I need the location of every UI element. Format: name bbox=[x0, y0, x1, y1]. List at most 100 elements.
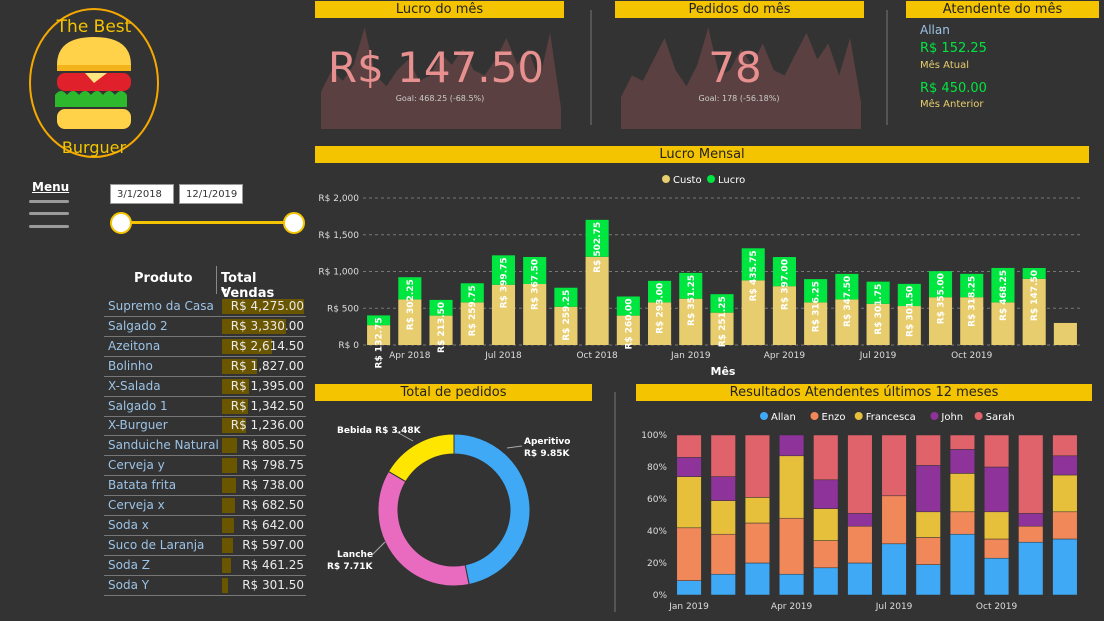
stack-segment[interactable] bbox=[676, 527, 702, 581]
legend-swatch bbox=[760, 412, 768, 420]
legend-swatch bbox=[810, 412, 819, 420]
table-row[interactable]: Supremo da Casa R$ 4,275.00 bbox=[104, 297, 306, 317]
stack-segment[interactable] bbox=[1018, 434, 1044, 514]
stack-segment[interactable] bbox=[984, 466, 1010, 513]
y-tick-label: 0% bbox=[653, 591, 668, 601]
sales-data-bar bbox=[222, 537, 234, 553]
sort-desc-icon[interactable]: ▼ bbox=[221, 287, 227, 296]
stack-segment[interactable] bbox=[1052, 455, 1078, 476]
donut-slice[interactable] bbox=[377, 470, 470, 587]
end-date-input[interactable]: 12/1/2019 bbox=[179, 184, 243, 204]
resultados-atendentes-chart[interactable]: Allan Enzo Francesca John Sarah 0% 20% 40% 60% 8… bbox=[636, 402, 1096, 616]
stack-segment[interactable] bbox=[1052, 474, 1078, 513]
table-row[interactable]: Sanduiche Natural R$ 805.50 bbox=[104, 436, 306, 457]
stack-segment[interactable] bbox=[710, 500, 736, 535]
stack-segment[interactable] bbox=[881, 495, 907, 545]
table-row[interactable]: Soda Z R$ 461.25 bbox=[104, 556, 306, 576]
stack-segment[interactable] bbox=[779, 573, 805, 596]
stack-segment[interactable] bbox=[915, 465, 941, 513]
stack-segment[interactable] bbox=[676, 580, 702, 596]
stack-segment[interactable] bbox=[1018, 513, 1044, 527]
start-date-input[interactable]: 3/1/2018 bbox=[110, 184, 174, 204]
chart-legend-atendentes[interactable]: Allan Enzo Francesca John Sarah bbox=[760, 412, 1015, 423]
stack-segment[interactable] bbox=[984, 557, 1010, 596]
hamburger-line-1[interactable] bbox=[29, 200, 69, 203]
stack-segment[interactable] bbox=[881, 434, 907, 497]
stack-segment[interactable] bbox=[847, 513, 873, 527]
table-row[interactable]: Salgado 1 R$ 1,342.50 bbox=[104, 397, 306, 417]
stack-segment[interactable] bbox=[1018, 541, 1044, 596]
stack-segment[interactable] bbox=[847, 525, 873, 564]
stack-segment[interactable] bbox=[744, 522, 770, 564]
stack-segment[interactable] bbox=[984, 434, 1010, 468]
stack-segment[interactable] bbox=[813, 479, 839, 509]
table-row[interactable]: Batata frita R$ 738.00 bbox=[104, 476, 306, 497]
product-name: Cerveja y bbox=[108, 458, 165, 473]
table-row[interactable]: Suco de Laranja R$ 597.00 bbox=[104, 536, 306, 556]
stack-segment[interactable] bbox=[1052, 434, 1078, 457]
stack-segment[interactable] bbox=[949, 473, 975, 513]
lucro-mensal-chart[interactable]: Custo Lucro R$ 0 R$ 500 R$ 1,000 R$ 1,500 R$… bbox=[315, 165, 1095, 380]
total-pedidos-donut-chart[interactable]: Aperitivo R$ 9.85K Lanche R$ 7.71K Bebida R$… bbox=[315, 402, 605, 614]
stack-segment[interactable] bbox=[915, 511, 941, 538]
stack-segment[interactable] bbox=[813, 540, 839, 569]
stack-segment[interactable] bbox=[847, 434, 873, 514]
stack-segment[interactable] bbox=[779, 517, 805, 575]
chart-legend[interactable]: Custo Lucro bbox=[662, 175, 745, 186]
stack-segment[interactable] bbox=[710, 476, 736, 501]
stack-segment[interactable] bbox=[949, 449, 975, 474]
stack-segment[interactable] bbox=[1052, 538, 1078, 596]
stack-segment[interactable] bbox=[710, 573, 736, 596]
date-slider-handle-start[interactable] bbox=[110, 212, 132, 234]
date-slider-track[interactable] bbox=[121, 221, 293, 224]
table-row[interactable]: Salgado 2 R$ 3,330.00 bbox=[104, 317, 306, 337]
table-row[interactable]: Cerveja x R$ 682.50 bbox=[104, 496, 306, 516]
stack-segment[interactable] bbox=[779, 455, 805, 519]
stack-segment[interactable] bbox=[984, 511, 1010, 540]
stack-segment[interactable] bbox=[676, 457, 702, 477]
stack-segment[interactable] bbox=[779, 434, 805, 457]
stack-segment[interactable] bbox=[710, 533, 736, 575]
table-row[interactable]: X-Salada R$ 1,395.00 bbox=[104, 377, 306, 397]
atendente-card[interactable]: Allan R$ 152.25 Mês Atual R$ 450.00 Mês … bbox=[910, 20, 1090, 120]
stack-segment[interactable] bbox=[744, 434, 770, 498]
stack-segment[interactable] bbox=[744, 562, 770, 596]
lucro-data-label: R$ 259.75 bbox=[468, 285, 478, 336]
stack-segment[interactable] bbox=[881, 543, 907, 596]
hamburger-line-2[interactable] bbox=[29, 212, 69, 215]
logo: The Best Burguer bbox=[27, 5, 161, 163]
stack-segment[interactable] bbox=[949, 434, 975, 450]
stack-segment[interactable] bbox=[847, 562, 873, 596]
hamburger-line-3[interactable] bbox=[29, 225, 69, 228]
table-row[interactable]: Bolinho R$ 1,827.00 bbox=[104, 357, 306, 377]
lucro-data-label: R$ 301.75 bbox=[874, 284, 884, 335]
column-header-produto[interactable]: Produto bbox=[134, 271, 193, 286]
stack-segment[interactable] bbox=[710, 434, 736, 477]
table-row[interactable]: Soda Y R$ 301.50 bbox=[104, 576, 306, 596]
stack-segment[interactable] bbox=[744, 497, 770, 524]
table-row[interactable]: Soda x R$ 642.00 bbox=[104, 516, 306, 536]
stack-segment[interactable] bbox=[949, 533, 975, 596]
table-row[interactable]: Azeitona R$ 2,614.50 bbox=[104, 337, 306, 357]
custo-bar[interactable] bbox=[1053, 322, 1077, 345]
stack-segment[interactable] bbox=[915, 537, 941, 565]
y-tick-label: 20% bbox=[647, 559, 667, 569]
stack-segment[interactable] bbox=[1018, 525, 1044, 543]
donut-slice[interactable] bbox=[453, 433, 531, 586]
stack-segment[interactable] bbox=[676, 476, 702, 529]
table-row[interactable]: Cerveja y R$ 798.75 bbox=[104, 456, 306, 477]
date-slider-handle-end[interactable] bbox=[283, 212, 305, 234]
donut-slice[interactable] bbox=[387, 433, 455, 483]
stack-segment[interactable] bbox=[949, 511, 975, 535]
table-row[interactable]: X-Burguer R$ 1,236.00 bbox=[104, 416, 306, 437]
stack-segment[interactable] bbox=[984, 538, 1010, 559]
stack-segment[interactable] bbox=[1052, 511, 1078, 540]
stack-segment[interactable] bbox=[813, 508, 839, 541]
kpi-lucro-card[interactable]: R$ 147.50 Goal: 468.25 (-68.5%) bbox=[315, 18, 575, 130]
stack-segment[interactable] bbox=[676, 434, 702, 458]
stack-segment[interactable] bbox=[915, 434, 941, 466]
stack-segment[interactable] bbox=[813, 567, 839, 596]
stack-segment[interactable] bbox=[915, 564, 941, 596]
stack-segment[interactable] bbox=[813, 434, 839, 481]
kpi-pedidos-card[interactable]: 78 Goal: 178 (-56.18%) bbox=[615, 18, 875, 130]
